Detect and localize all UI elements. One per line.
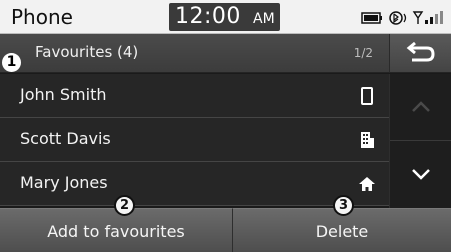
mobile-phone-icon (361, 87, 373, 105)
chevron-up-icon (412, 101, 430, 112)
contact-name: Scott Davis (20, 129, 111, 148)
list-title: Favourites (4) (35, 43, 139, 61)
return-arrow-icon (406, 41, 435, 62)
clock: 12:00 AM (169, 3, 280, 31)
delete-button[interactable]: Delete 3 (233, 195, 451, 252)
scroll-down-button[interactable] (390, 141, 451, 208)
phone-favourites-screen: Phone 12:00 AM Favourites (4) 1/2 John S… (0, 0, 451, 252)
contact-row[interactable]: Scott Davis (0, 118, 389, 162)
contact-row[interactable]: John Smith (0, 74, 389, 118)
callout-marker-3: 3 (333, 195, 354, 216)
status-bar: Phone 12:00 AM (0, 0, 451, 34)
status-icons (361, 11, 443, 25)
back-button[interactable] (389, 34, 451, 73)
list-header: Favourites (4) 1/2 (0, 34, 389, 73)
bluetooth-audio-icon (389, 11, 407, 25)
contact-name: Mary Jones (20, 173, 108, 192)
add-to-favourites-button[interactable]: Add to favourites 2 (0, 195, 233, 252)
clock-ampm: AM (253, 11, 275, 27)
home-icon (359, 177, 375, 191)
clock-time: 12:00 (175, 4, 241, 29)
office-building-icon (361, 132, 374, 148)
delete-label: Delete (315, 222, 369, 241)
callout-marker-1: 1 (2, 53, 21, 72)
scroll-up-button[interactable] (390, 74, 451, 141)
page-indicator: 1/2 (353, 46, 373, 60)
contact-name: John Smith (20, 85, 107, 104)
battery-icon (361, 12, 382, 24)
app-title: Phone (11, 5, 73, 29)
contact-row[interactable]: Mary Jones (0, 162, 389, 206)
chevron-down-icon (412, 169, 430, 180)
scroll-column (389, 74, 451, 208)
callout-marker-2: 2 (114, 195, 135, 216)
signal-strength-icon (412, 11, 443, 24)
add-to-favourites-label: Add to favourites (47, 222, 185, 241)
